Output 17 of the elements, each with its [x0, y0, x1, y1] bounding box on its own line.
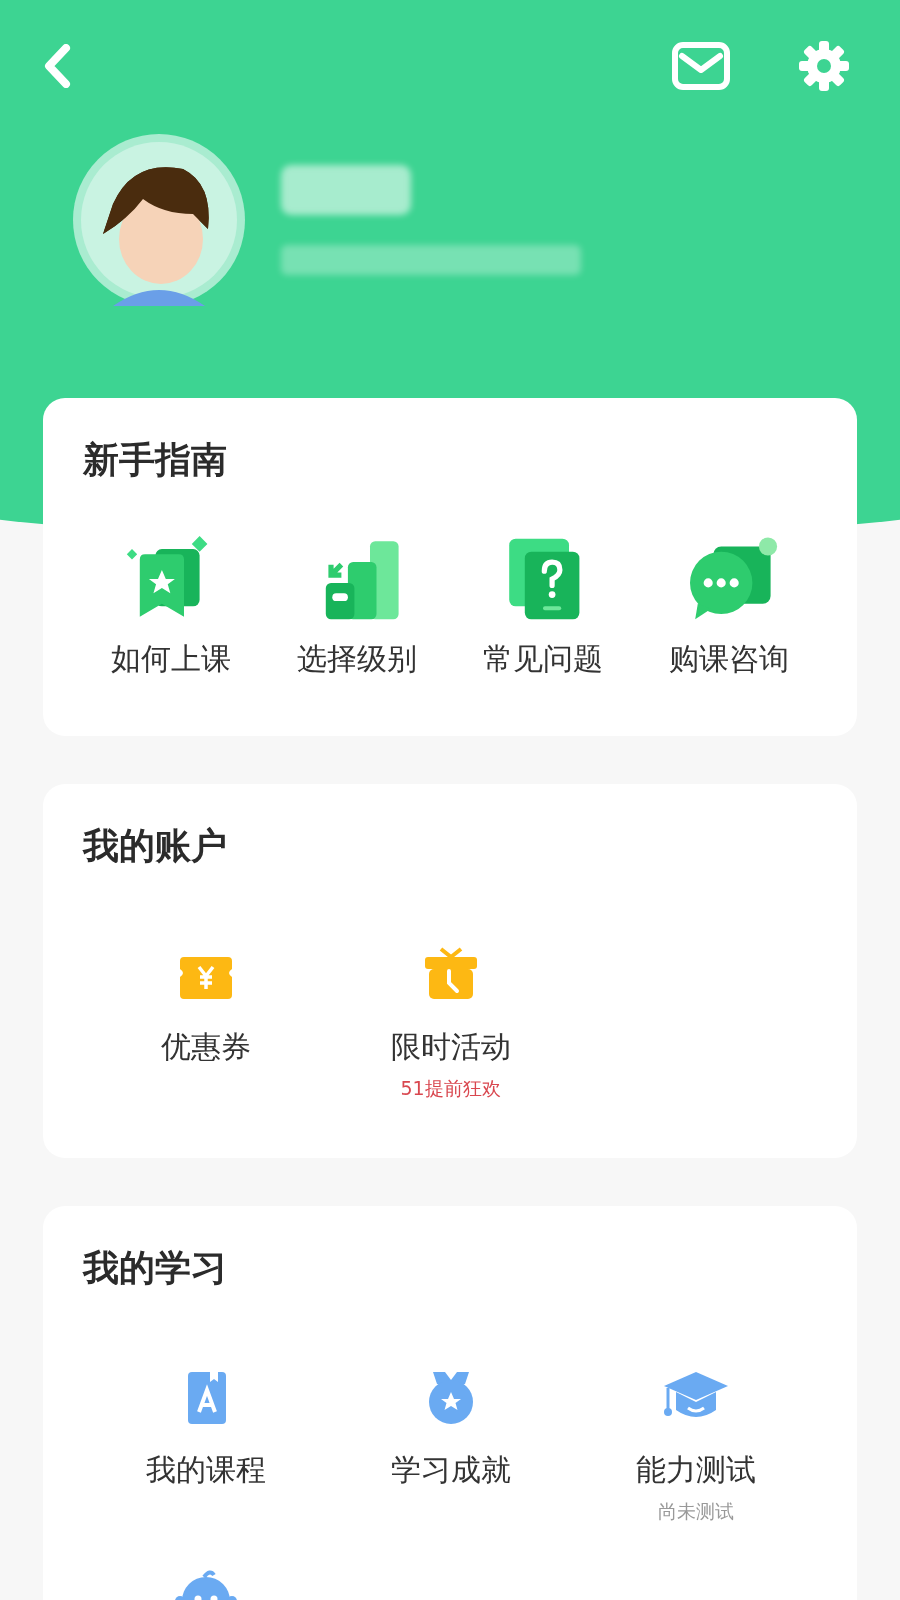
section-title: 我的账户: [83, 824, 228, 868]
item-label[interactable]: 选择级别: [297, 639, 417, 681]
section-title: 新手指南: [83, 438, 228, 482]
item-label[interactable]: 如何上课: [111, 639, 231, 681]
mail-icon[interactable]: [672, 42, 730, 90]
settings-icon[interactable]: [798, 40, 850, 92]
item-label[interactable]: 我的课程: [145, 1449, 266, 1491]
back-icon[interactable]: [42, 44, 72, 88]
item-label[interactable]: 购课咨询: [669, 639, 789, 681]
section-title: 我的学习: [83, 1246, 228, 1290]
item-label[interactable]: 常见问题: [483, 639, 603, 681]
item-label[interactable]: 学习成就: [390, 1449, 511, 1491]
item-label[interactable]: 能力测试: [635, 1449, 756, 1491]
item-label[interactable]: 限时活动: [390, 1027, 511, 1069]
item-note: 尚未测试: [657, 1498, 734, 1524]
item-note: 51提前狂欢: [400, 1076, 501, 1102]
item-label[interactable]: 优惠券: [160, 1027, 251, 1069]
